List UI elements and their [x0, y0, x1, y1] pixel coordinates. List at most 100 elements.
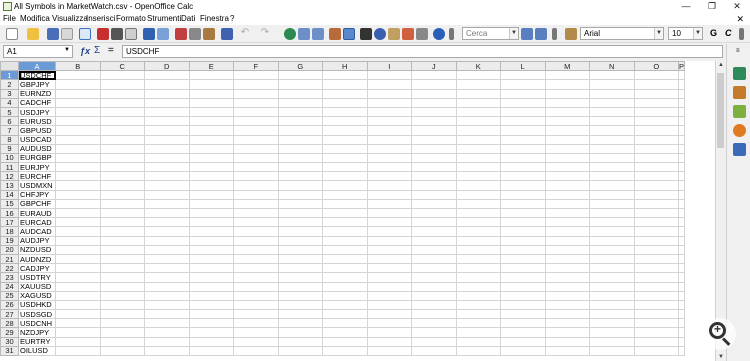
cell[interactable]: [233, 134, 279, 145]
cell-a[interactable]: GBPCHF: [18, 198, 56, 210]
cell[interactable]: [144, 327, 190, 338]
cell-a[interactable]: USDCNH: [18, 318, 56, 329]
cell[interactable]: [188, 299, 234, 311]
paste-icon[interactable]: [203, 28, 215, 40]
cell[interactable]: [188, 198, 234, 210]
format-toolbar-options-icon[interactable]: [739, 28, 744, 40]
cell[interactable]: [233, 226, 279, 237]
cell[interactable]: [55, 217, 101, 228]
cell[interactable]: [322, 235, 368, 246]
cell[interactable]: [55, 134, 101, 145]
cell[interactable]: [544, 299, 590, 311]
cell[interactable]: [677, 171, 686, 182]
cell[interactable]: [188, 207, 234, 219]
cell[interactable]: [455, 116, 501, 127]
row-header[interactable]: 30: [0, 336, 19, 347]
cell[interactable]: [633, 290, 679, 301]
cell[interactable]: [500, 272, 546, 283]
cell[interactable]: [677, 207, 686, 219]
row-header[interactable]: 31: [0, 345, 19, 357]
cell[interactable]: [99, 106, 145, 118]
cell-a[interactable]: GBPJPY: [18, 79, 56, 90]
column-header-m[interactable]: M: [544, 61, 590, 72]
cell[interactable]: [633, 189, 679, 200]
cell[interactable]: [589, 244, 635, 255]
cell[interactable]: [233, 189, 279, 200]
cell[interactable]: [99, 345, 145, 357]
cell[interactable]: [677, 309, 686, 320]
datasources-icon[interactable]: [402, 28, 414, 40]
row-header[interactable]: 7: [0, 125, 19, 136]
row-header[interactable]: 14: [0, 189, 19, 200]
cell-a[interactable]: GBPUSD: [18, 125, 56, 136]
cell[interactable]: [677, 263, 686, 274]
cell[interactable]: [99, 226, 145, 237]
chevron-down-icon[interactable]: ▼: [64, 47, 70, 53]
cell[interactable]: [677, 70, 686, 81]
cell[interactable]: [366, 217, 412, 228]
cell[interactable]: [544, 263, 590, 274]
cell[interactable]: [188, 180, 234, 191]
cell[interactable]: [411, 79, 457, 90]
cell-a[interactable]: EURJPY: [18, 162, 56, 173]
function-icon[interactable]: =: [108, 45, 114, 56]
cell[interactable]: [188, 152, 234, 164]
cell[interactable]: [277, 143, 323, 154]
cell[interactable]: [99, 309, 145, 320]
cell[interactable]: [366, 235, 412, 246]
cell[interactable]: [455, 309, 501, 320]
cell[interactable]: [55, 70, 101, 81]
cell[interactable]: [322, 253, 368, 265]
cell[interactable]: [99, 244, 145, 255]
formula-input[interactable]: USDCHF: [122, 45, 723, 58]
cell[interactable]: [366, 171, 412, 182]
cell-a[interactable]: USDJPY: [18, 106, 56, 118]
cell[interactable]: [322, 207, 368, 219]
cell[interactable]: [99, 125, 145, 136]
cell[interactable]: [589, 290, 635, 301]
search-combo[interactable]: Cerca ▼: [462, 27, 519, 40]
cell[interactable]: [366, 116, 412, 127]
open-folder-icon[interactable]: [27, 28, 39, 40]
cell[interactable]: [677, 116, 686, 127]
cell[interactable]: [411, 171, 457, 182]
cell[interactable]: [144, 162, 190, 173]
cell[interactable]: [411, 70, 457, 81]
cell[interactable]: [500, 336, 546, 347]
menu-help[interactable]: ?: [230, 14, 234, 23]
styles-formatting-icon[interactable]: [565, 28, 577, 40]
cell[interactable]: [322, 263, 368, 274]
cell[interactable]: [233, 106, 279, 118]
row-header[interactable]: 4: [0, 97, 19, 108]
print-icon[interactable]: [111, 28, 123, 40]
cell-a[interactable]: EURGBP: [18, 152, 56, 164]
cell[interactable]: [277, 309, 323, 320]
cell[interactable]: [99, 116, 145, 127]
cell[interactable]: [366, 79, 412, 90]
cell[interactable]: [366, 309, 412, 320]
cell[interactable]: [233, 97, 279, 108]
cell[interactable]: [188, 336, 234, 347]
cell[interactable]: [677, 162, 686, 173]
cell[interactable]: [589, 162, 635, 173]
row-header[interactable]: 2: [0, 79, 19, 90]
column-header-i[interactable]: I: [366, 61, 412, 72]
cell[interactable]: [677, 299, 686, 311]
cell[interactable]: [544, 336, 590, 347]
cell[interactable]: [544, 70, 590, 81]
cell[interactable]: [411, 263, 457, 274]
column-header-d[interactable]: D: [144, 61, 190, 72]
cell[interactable]: [455, 198, 501, 210]
cell[interactable]: [277, 336, 323, 347]
cell[interactable]: [99, 207, 145, 219]
cell[interactable]: [55, 263, 101, 274]
cell[interactable]: [633, 207, 679, 219]
cell[interactable]: [277, 235, 323, 246]
cell[interactable]: [99, 217, 145, 228]
cell[interactable]: [677, 235, 686, 246]
cell[interactable]: [99, 198, 145, 210]
cell[interactable]: [633, 106, 679, 118]
cell[interactable]: [188, 171, 234, 182]
cell[interactable]: [455, 217, 501, 228]
cell[interactable]: [411, 189, 457, 200]
